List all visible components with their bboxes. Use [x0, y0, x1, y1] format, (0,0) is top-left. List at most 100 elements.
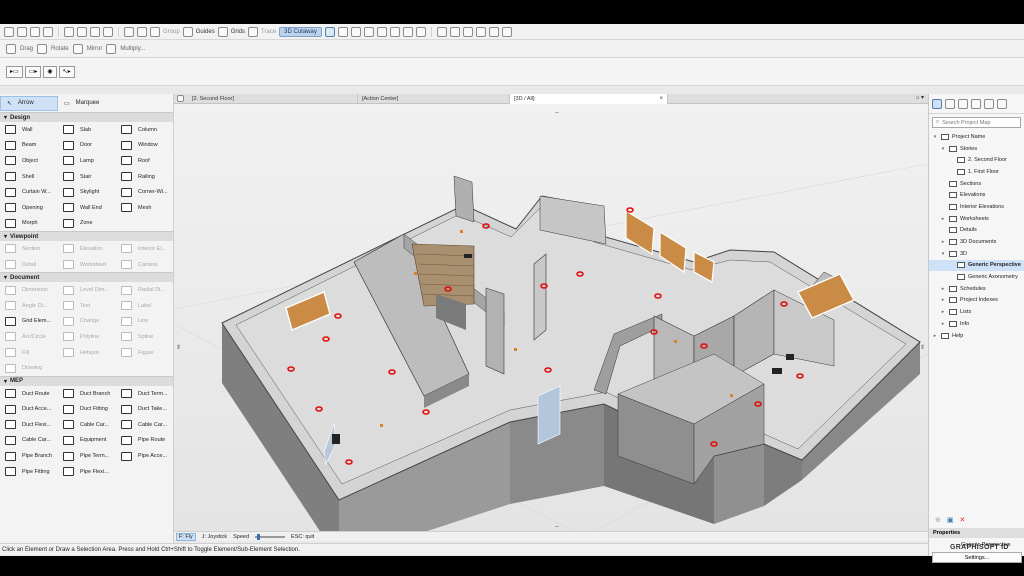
toolbox-section-header[interactable]: Design	[0, 112, 173, 122]
tool-button[interactable]: Corner-Wi...	[116, 184, 174, 200]
tool-button[interactable]: Pipe Flexi...	[58, 464, 116, 480]
search-input[interactable]: ⌕ Search Project Map	[932, 117, 1021, 128]
mirror-button[interactable]: Mirror	[87, 46, 103, 52]
tool-button[interactable]: Opening	[0, 200, 58, 216]
tree-item[interactable]: ▸ Info	[929, 318, 1024, 330]
multiply-icon[interactable]	[106, 43, 117, 54]
undo-icon[interactable]	[30, 26, 40, 37]
chevron-icon[interactable]: ▸	[940, 239, 946, 245]
tree-item[interactable]: ▸ Project Indexes	[929, 295, 1024, 307]
fit-icon[interactable]	[376, 26, 387, 37]
tool-button[interactable]: Duct Take...	[116, 402, 174, 418]
tool-button[interactable]: Pipe Branch	[0, 448, 58, 464]
tool-button[interactable]: Pipe Route	[116, 433, 174, 449]
tool-button[interactable]: Camera	[116, 257, 174, 273]
trace-button[interactable]: Trace	[261, 29, 276, 35]
tree-item[interactable]: 1. First Floor	[929, 166, 1024, 178]
close-icon[interactable]: ×	[659, 96, 663, 102]
tree-item[interactable]: Sections	[929, 178, 1024, 190]
tool-button[interactable]: Cable Car...	[0, 433, 58, 449]
tool-button[interactable]: Worksheet	[58, 257, 116, 273]
tree-item[interactable]: ▸ Schedules	[929, 283, 1024, 295]
chevron-icon[interactable]: ▾	[932, 134, 938, 140]
tab-action-center[interactable]: [Action Center]	[358, 94, 510, 104]
tree-item[interactable]: Generic Perspective	[929, 259, 1024, 272]
joystick-mode-button[interactable]: J: Joystick	[202, 534, 227, 540]
tool-button[interactable]: Hotspot	[58, 345, 116, 361]
dropdown-icon[interactable]	[324, 26, 335, 37]
tool-button[interactable]: Column	[116, 122, 174, 138]
chevron-icon[interactable]: ▾	[940, 146, 946, 152]
eyedropper-icon[interactable]	[103, 26, 113, 37]
tree-item[interactable]: Details	[929, 225, 1024, 237]
tool-button[interactable]: Cable Car...	[116, 417, 174, 433]
tool-button[interactable]: Fill	[0, 345, 58, 361]
tool-button[interactable]: Roof	[116, 153, 174, 169]
tool-button[interactable]: Door	[58, 138, 116, 154]
tool-button[interactable]: Railing	[116, 169, 174, 185]
tool-button[interactable]: Radial Di...	[116, 282, 174, 298]
view-options-icon[interactable]: ⌂ ▾	[916, 94, 924, 101]
clone-icon[interactable]: ▣	[947, 516, 954, 524]
tool-button[interactable]: Duct Branch	[58, 386, 116, 402]
bimx-icon[interactable]	[488, 26, 499, 37]
tree-item[interactable]: 2. Second Floor	[929, 154, 1024, 166]
project-map-icon[interactable]	[932, 98, 942, 109]
organizer-icon[interactable]	[984, 98, 994, 109]
tool-button[interactable]: Text	[58, 298, 116, 314]
graphisoft-id-logo[interactable]: GRAPHISOFT ID	[950, 544, 1009, 551]
speed-slider[interactable]	[255, 533, 286, 540]
guides-button[interactable]: Guides	[196, 29, 215, 35]
chevron-icon[interactable]: ▸	[940, 216, 946, 222]
toolbox-section-header[interactable]: MEP	[0, 375, 173, 386]
rotate-icon[interactable]	[37, 43, 48, 54]
properties-header[interactable]: Properties	[929, 528, 1024, 538]
select-icon[interactable]	[64, 26, 74, 37]
3d-cutaway-button[interactable]: 3D Cutaway	[279, 26, 322, 37]
tool-button[interactable]: Section	[0, 241, 58, 257]
grids-button[interactable]: Grids	[231, 29, 245, 35]
tool-button[interactable]: Label	[116, 298, 174, 314]
tab-3d-all[interactable]: [3D / All] ×	[510, 94, 668, 104]
multiply-button[interactable]: Multiply...	[120, 46, 145, 52]
tool-button[interactable]: Detail	[0, 257, 58, 273]
toolbox-section-header[interactable]: Viewpoint	[0, 231, 173, 242]
publish-icon[interactable]	[501, 26, 512, 37]
geometry-method-button[interactable]: ▭▸	[24, 65, 42, 78]
teamwork-icon[interactable]	[436, 26, 447, 37]
send-icon[interactable]	[449, 26, 460, 37]
tool-button[interactable]: Morph	[0, 216, 58, 232]
explore-icon[interactable]	[350, 26, 361, 37]
delete-icon[interactable]: ✕	[960, 516, 966, 524]
redo-icon[interactable]	[43, 26, 53, 37]
view-settings-icon[interactable]	[402, 26, 413, 37]
tree-item[interactable]: ▸ Lists	[929, 306, 1024, 318]
chevron-icon[interactable]: ▸	[932, 333, 938, 339]
tool-button[interactable]: Figure	[116, 345, 174, 361]
arrange-icon[interactable]	[137, 26, 147, 37]
trace-icon[interactable]	[248, 26, 259, 37]
guides-icon[interactable]	[182, 26, 193, 37]
add-view-icon[interactable]: ⊕	[935, 516, 941, 524]
document-icon[interactable]	[415, 26, 426, 37]
tool-button[interactable]: Pipe Acce...	[116, 448, 174, 464]
tool-button[interactable]: Wall	[0, 122, 58, 138]
selection-method-button[interactable]: ▸▭	[6, 65, 23, 78]
rotate-button[interactable]: Rotate	[51, 46, 69, 52]
tool-button[interactable]: Skylight	[58, 184, 116, 200]
tree-item[interactable]: Elevations	[929, 189, 1024, 201]
marquee-method-button[interactable]: ◉	[43, 65, 57, 78]
tool-button[interactable]: Duct Fitting	[58, 402, 116, 418]
tree-item[interactable]: Generic Axonometry	[929, 271, 1024, 283]
arrow-tool[interactable]: ↖ Arrow	[0, 95, 58, 111]
align-icon[interactable]	[124, 26, 134, 37]
settings-button[interactable]: Settings...	[932, 552, 1022, 563]
tree-item[interactable]: ▸ Worksheets	[929, 213, 1024, 225]
tool-button[interactable]: Window	[116, 138, 174, 154]
tool-button[interactable]: Elevation	[58, 241, 116, 257]
tool-button[interactable]: Arc/Circle	[0, 329, 58, 345]
tool-button[interactable]: Mesh	[116, 200, 174, 216]
tool-button[interactable]: Zone	[58, 216, 116, 232]
layout-book-icon[interactable]	[958, 98, 968, 109]
tab-grid-icon[interactable]	[177, 95, 184, 102]
